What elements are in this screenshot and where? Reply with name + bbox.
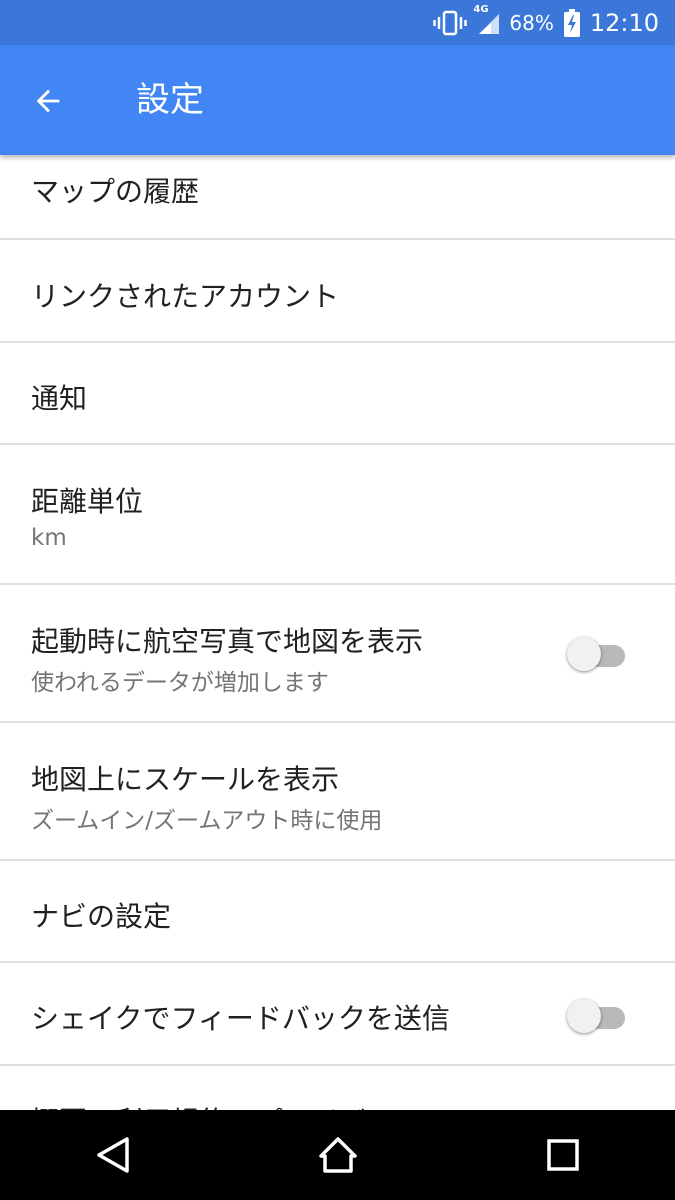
settings-item-label: リンクされたアカウント bbox=[31, 280, 340, 313]
nav-recents-button[interactable] bbox=[518, 1110, 608, 1200]
settings-item-label: マップの履歴 bbox=[31, 175, 200, 208]
toggle-thumb bbox=[567, 637, 601, 671]
network-type: 4G bbox=[473, 3, 489, 15]
settings-item-description: ズームイン/ズームアウト時に使用 bbox=[31, 808, 383, 834]
settings-item-label: シェイクでフィードバックを送信 bbox=[31, 1002, 450, 1035]
settings-item-value: km bbox=[31, 525, 67, 551]
page-title: 設定 bbox=[136, 80, 204, 120]
status-bar: 4G 68% 12:10 bbox=[0, 0, 675, 45]
settings-item-label: 通知 bbox=[31, 382, 88, 415]
toggle-thumb bbox=[567, 999, 601, 1033]
settings-list: マップの履歴 リンクされたアカウント 通知 距離単位 km 起動時に航空写真で地… bbox=[0, 155, 675, 1110]
settings-item-label: 概要、利用規約、プライバシー bbox=[31, 1100, 422, 1110]
settings-item-notifications[interactable]: 通知 bbox=[0, 343, 675, 445]
back-triangle-icon bbox=[95, 1136, 131, 1174]
app-bar: 設定 bbox=[0, 45, 675, 155]
settings-item-about-terms-privacy[interactable]: 概要、利用規約、プライバシー bbox=[0, 1066, 675, 1110]
settings-item-distance-units[interactable]: 距離単位 km bbox=[0, 445, 675, 585]
clock: 12:10 bbox=[589, 8, 659, 37]
recents-square-icon bbox=[546, 1138, 580, 1172]
settings-item-map-history[interactable]: マップの履歴 bbox=[0, 155, 675, 240]
settings-item-label: 地図上にスケールを表示 bbox=[31, 763, 340, 796]
settings-item-linked-accounts[interactable]: リンクされたアカウント bbox=[0, 240, 675, 343]
settings-item-navigation-settings[interactable]: ナビの設定 bbox=[0, 861, 675, 963]
back-button[interactable] bbox=[22, 75, 74, 127]
signal-icon: 4G bbox=[473, 4, 501, 36]
home-icon bbox=[318, 1136, 358, 1174]
settings-item-label: ナビの設定 bbox=[31, 900, 172, 933]
arrow-left-icon bbox=[31, 84, 65, 118]
battery-percent: 68% bbox=[509, 10, 554, 35]
nav-home-button[interactable] bbox=[293, 1110, 383, 1200]
shake-feedback-toggle[interactable] bbox=[567, 999, 625, 1033]
settings-item-shake-feedback[interactable]: シェイクでフィードバックを送信 bbox=[0, 963, 675, 1066]
settings-item-satellite-on-start[interactable]: 起動時に航空写真で地図を表示 使われるデータが増加します bbox=[0, 585, 675, 723]
settings-item-show-scale[interactable]: 地図上にスケールを表示 ズームイン/ズームアウト時に使用 bbox=[0, 723, 675, 861]
satellite-on-start-toggle[interactable] bbox=[567, 637, 625, 671]
battery-charging-icon bbox=[563, 8, 580, 37]
settings-item-label: 起動時に航空写真で地図を表示 bbox=[31, 625, 424, 658]
system-nav-bar bbox=[0, 1110, 675, 1200]
settings-item-description: 使われるデータが増加します bbox=[31, 670, 329, 696]
nav-back-button[interactable] bbox=[68, 1110, 158, 1200]
settings-item-label: 距離単位 bbox=[31, 485, 144, 518]
vibrate-icon bbox=[433, 10, 468, 36]
